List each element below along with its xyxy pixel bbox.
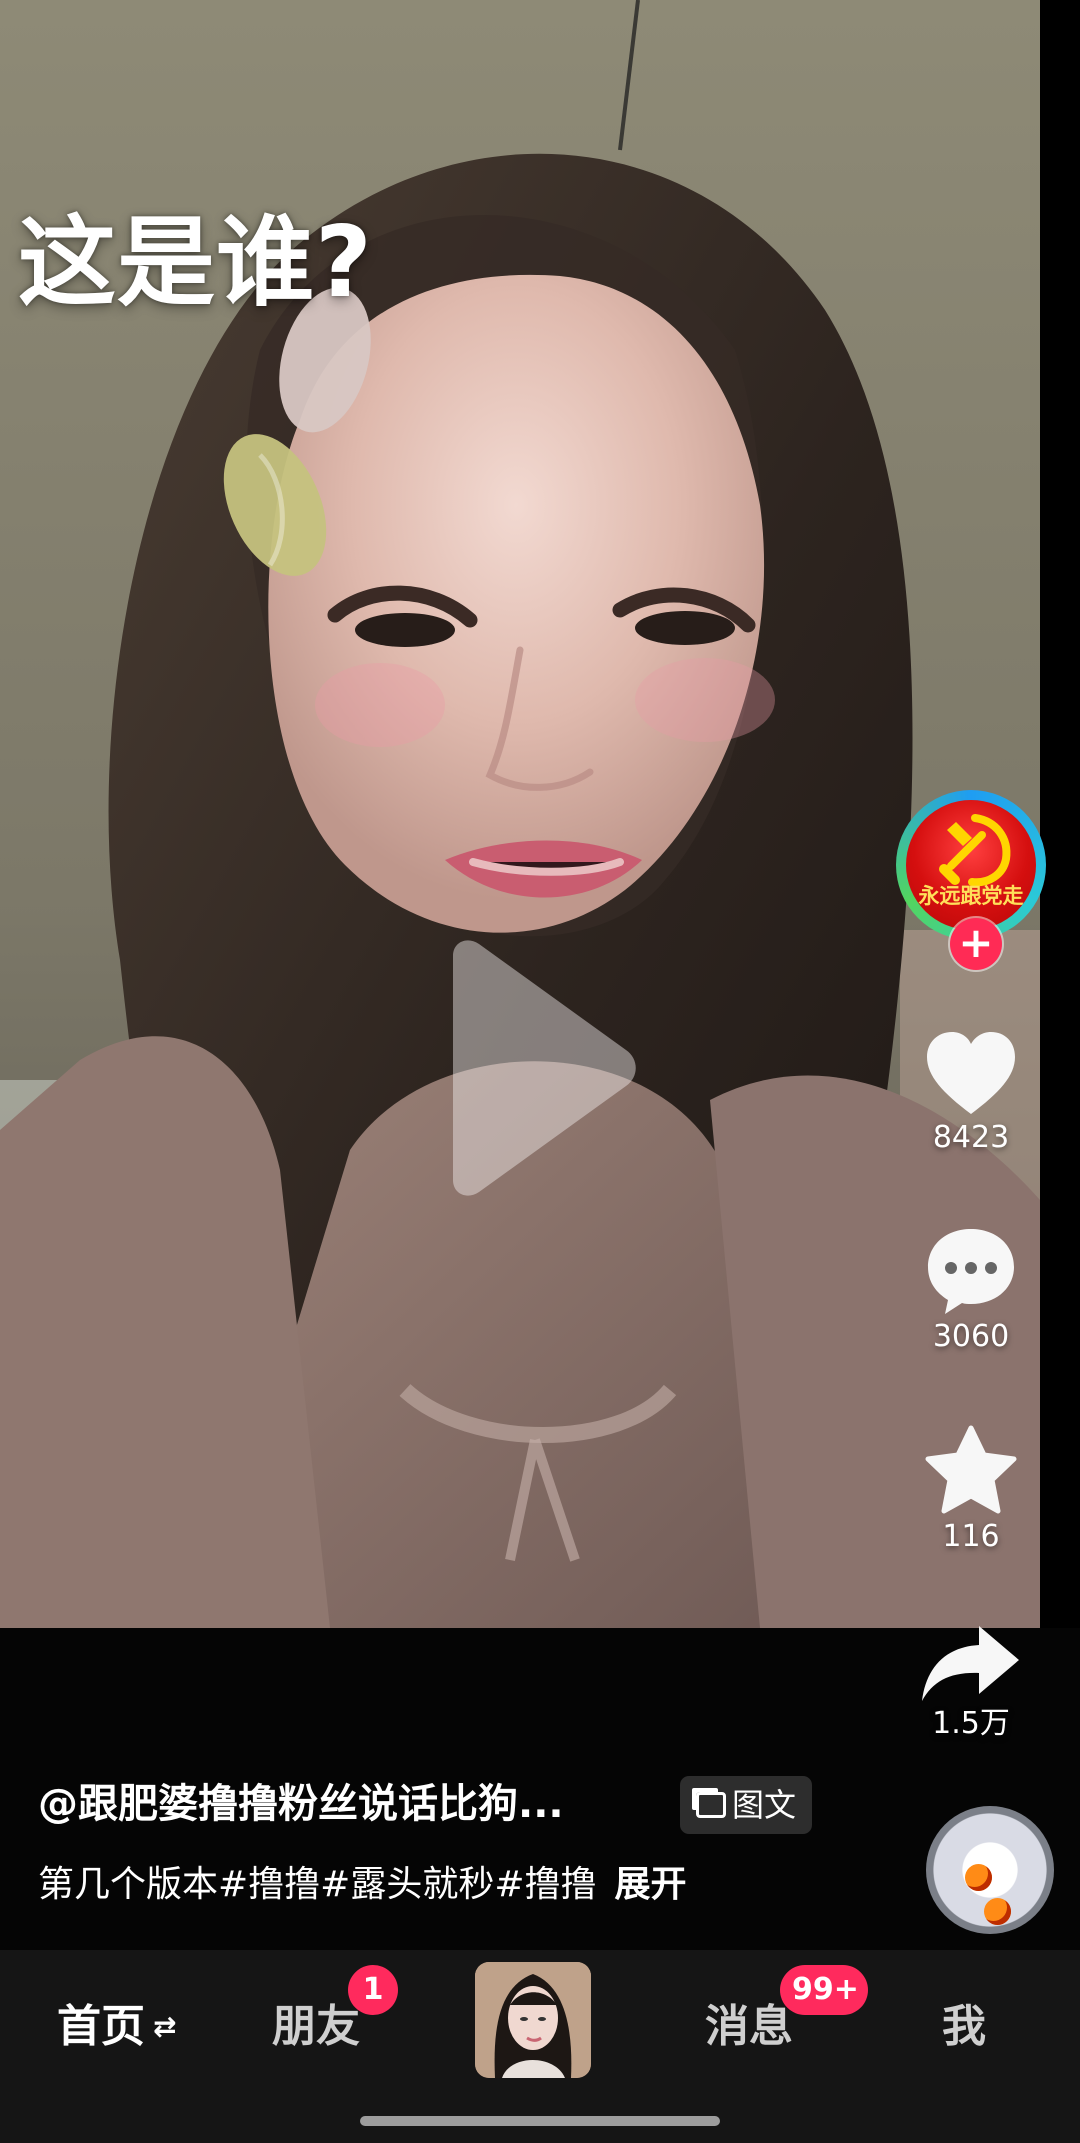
comment-button[interactable]: 3060 <box>896 1225 1046 1352</box>
like-button[interactable]: 8423 <box>896 1030 1046 1153</box>
swap-icon: ⇄ <box>153 2010 177 2043</box>
party-emblem-avatar: 永远跟党走 <box>906 800 1036 930</box>
expand-link[interactable]: 展开 <box>615 1864 687 1905</box>
video-caption: 这是谁? <box>18 206 373 320</box>
video-feed-screen: 这是谁? 永远跟党走 + 8423 3060 116 1.5万 @跟肥婆撸撸粉丝… <box>0 0 1080 2143</box>
music-disc-icon[interactable] <box>926 1806 1054 1934</box>
creator-avatar[interactable]: 永远跟党走 + <box>896 790 1046 970</box>
thumbnail-avatar <box>475 1962 591 2078</box>
image-text-label: 图文 <box>731 1786 796 1824</box>
create-post-thumbnail[interactable] <box>475 1962 591 2078</box>
comment-count: 3060 <box>932 1319 1010 1354</box>
follow-plus-button[interactable]: + <box>950 918 1002 970</box>
comment-icon <box>928 1229 1014 1314</box>
bottom-navigation: 首页 ⇄ 朋友 1 消息 99+ 我 <box>0 1950 1080 2143</box>
tab-messages[interactable]: 消息 <box>705 2005 793 2049</box>
tab-home-label: 首页 <box>57 2001 145 2052</box>
play-icon[interactable] <box>425 938 645 1198</box>
star-icon <box>925 1425 1017 1514</box>
tab-friends[interactable]: 朋友 <box>272 2005 360 2049</box>
tab-home[interactable]: 首页 ⇄ <box>57 2005 176 2049</box>
like-count: 8423 <box>932 1120 1010 1155</box>
tab-me[interactable]: 我 <box>942 2005 986 2049</box>
music-avatar-spot <box>984 1898 1011 1925</box>
image-text-tag[interactable]: 图文 <box>680 1776 812 1834</box>
video-player[interactable]: 这是谁? <box>0 0 1040 1628</box>
share-count: 1.5万 <box>932 1706 1010 1741</box>
right-black-edge <box>1040 0 1080 1628</box>
image-text-icon <box>695 1792 726 1818</box>
home-indicator[interactable] <box>360 2116 720 2126</box>
avatar-text: 永远跟党走 <box>918 883 1024 908</box>
friends-badge: 1 <box>348 1965 398 2015</box>
post-description[interactable]: 第几个版本#撸撸#露头就秒#撸撸 展开 <box>38 1863 687 1907</box>
description-text: 第几个版本#撸撸#露头就秒#撸撸 <box>38 1864 597 1905</box>
share-button[interactable]: 1.5万 <box>896 1620 1046 1739</box>
favorite-button[interactable]: 116 <box>896 1425 1046 1552</box>
favorite-count: 116 <box>942 1519 1000 1554</box>
messages-badge: 99+ <box>780 1965 868 2015</box>
tab-friends-label: 朋友 <box>272 2001 360 2052</box>
music-avatar-spot <box>965 1864 992 1891</box>
tab-me-label: 我 <box>942 2001 986 2052</box>
tab-messages-label: 消息 <box>705 2001 793 2052</box>
share-icon <box>922 1626 1019 1701</box>
author-name[interactable]: @跟肥婆撸撸粉丝说话比狗... <box>38 1780 564 1828</box>
heart-icon <box>927 1032 1015 1114</box>
